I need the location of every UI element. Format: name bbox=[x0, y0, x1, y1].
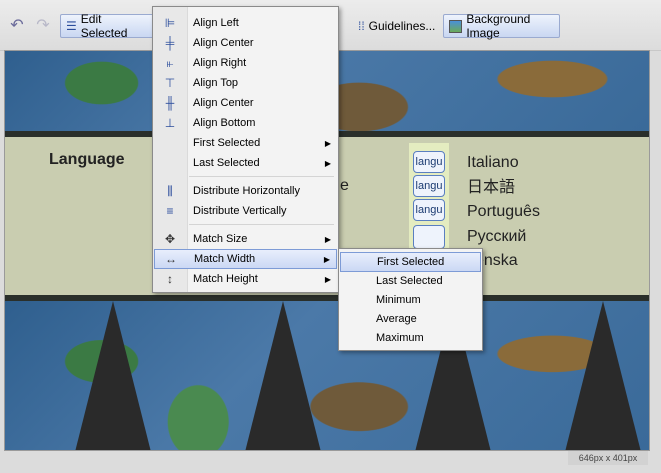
map-gore bbox=[245, 301, 321, 450]
align-top-icon: ⊤ bbox=[164, 76, 176, 90]
menu-item-align-right[interactable]: ⫦ Align Right bbox=[154, 53, 337, 73]
label-fragment: e bbox=[340, 177, 349, 194]
match-size-icon: ✥ bbox=[164, 232, 176, 246]
language-item: Русский bbox=[467, 227, 527, 245]
menu-item-distribute-vertically[interactable]: ≡ Distribute Vertically bbox=[154, 201, 337, 221]
menu-item-label: First Selected bbox=[193, 137, 261, 149]
menu-item-label: Align Left bbox=[193, 17, 239, 29]
menu-item-distribute-horizontally[interactable]: ⫼ Distribute Horizontally bbox=[154, 181, 337, 201]
align-bottom-icon: ⊥ bbox=[164, 116, 176, 130]
menu-separator bbox=[189, 224, 334, 225]
background-image-icon bbox=[449, 19, 463, 33]
menu-item-first-selected[interactable]: First Selected ▶ bbox=[154, 133, 337, 153]
menu-item-label: Average bbox=[376, 313, 417, 325]
menu-item-align-left[interactable]: ⊫ Align Left bbox=[154, 13, 337, 33]
menu-item-label: Match Height bbox=[193, 273, 258, 285]
menu-item-match-height[interactable]: ↕ Match Height ▶ bbox=[154, 269, 337, 289]
map-gore bbox=[75, 301, 151, 450]
align-center-vertical-icon: ╫ bbox=[165, 96, 175, 110]
menu-item-label: Match Size bbox=[193, 233, 248, 245]
canvas-size-readout: 646px x 401px bbox=[568, 451, 648, 465]
guidelines-button[interactable]: ⁞⁞ Guidelines... bbox=[358, 14, 435, 38]
background-image-button[interactable]: Background Image bbox=[443, 12, 560, 40]
menu-item-align-top[interactable]: ⊤ Align Top bbox=[154, 73, 337, 93]
language-item: Português bbox=[467, 203, 540, 220]
menu-separator bbox=[189, 176, 334, 177]
menu-item-label: Minimum bbox=[376, 294, 421, 306]
menu-item-align-center[interactable]: ╪ Align Center bbox=[154, 33, 337, 53]
background-image-label: Background Image bbox=[466, 12, 531, 40]
menu-item-label: Align Center bbox=[193, 97, 254, 109]
submenu-arrow-icon: ▶ bbox=[324, 138, 331, 148]
menu-item-label: Match Width bbox=[194, 253, 256, 265]
submenu-item-average[interactable]: Average bbox=[340, 309, 481, 329]
match-width-icon: ↔ bbox=[165, 252, 177, 266]
menu-item-align-bottom[interactable]: ⊥ Align Bottom bbox=[154, 113, 337, 133]
menu-item-label: Align Bottom bbox=[193, 117, 256, 129]
menu-item-match-size[interactable]: ✥ Match Size ▶ bbox=[154, 229, 337, 249]
submenu-item-minimum[interactable]: Minimum bbox=[340, 290, 481, 310]
menu-item-label: Maximum bbox=[376, 332, 424, 344]
menu-item-label: First Selected bbox=[377, 256, 445, 268]
edit-selected-label: Edit Selected bbox=[80, 12, 128, 40]
menu-item-label: Align Top bbox=[193, 77, 239, 89]
language-item: Italiano bbox=[467, 154, 519, 171]
menu-item-match-width[interactable]: ↔ Match Width ▶ bbox=[154, 249, 337, 269]
menu-item-align-middle[interactable]: ╫ Align Center bbox=[154, 93, 337, 113]
submenu-item-last-selected[interactable]: Last Selected bbox=[340, 271, 481, 291]
map-gore bbox=[565, 301, 641, 450]
distribute-horizontal-icon: ⫼ bbox=[167, 183, 173, 198]
submenu-item-first-selected[interactable]: First Selected bbox=[340, 252, 481, 272]
guidelines-icon: ⁞⁞ bbox=[358, 19, 365, 33]
submenu-arrow-icon: ▶ bbox=[324, 274, 331, 284]
redo-icon[interactable]: ↷ bbox=[32, 14, 54, 36]
menu-item-label: Align Right bbox=[193, 57, 247, 69]
guidelines-label: Guidelines... bbox=[368, 19, 436, 33]
edit-selected-button[interactable]: ☰ Edit Selected bbox=[60, 12, 156, 40]
align-left-icon: ⊫ bbox=[164, 16, 176, 30]
edit-selected-icon: ☰ bbox=[66, 19, 77, 33]
menu-item-label: Distribute Vertically bbox=[193, 205, 287, 217]
align-right-icon: ⫦ bbox=[166, 55, 174, 70]
align-center-horizontal-icon: ╪ bbox=[165, 36, 175, 50]
menu-item-label: Last Selected bbox=[376, 275, 443, 287]
submenu-arrow-icon: ▶ bbox=[324, 234, 331, 244]
language-button[interactable]: langu bbox=[413, 175, 445, 197]
language-item: 日本語 bbox=[467, 178, 516, 196]
distribute-vertical-icon: ≡ bbox=[166, 204, 174, 218]
menu-item-label: Align Center bbox=[193, 37, 254, 49]
match-height-icon: ↕ bbox=[167, 272, 173, 286]
language-button[interactable]: langu bbox=[413, 151, 445, 173]
edit-selected-menu: ⊫ Align Left ╪ Align Center ⫦ Align Righ… bbox=[152, 6, 339, 293]
submenu-arrow-icon: ▶ bbox=[324, 158, 331, 168]
submenu-item-maximum[interactable]: Maximum bbox=[340, 328, 481, 348]
menu-item-label: Distribute Horizontally bbox=[193, 185, 300, 197]
language-button[interactable]: langu bbox=[413, 199, 445, 221]
submenu-arrow-icon: ▶ bbox=[323, 254, 330, 264]
menu-item-last-selected[interactable]: Last Selected ▶ bbox=[154, 153, 337, 173]
undo-icon[interactable]: ↶ bbox=[6, 14, 28, 36]
menu-item-label: Last Selected bbox=[193, 157, 260, 169]
match-width-submenu: First Selected Last Selected Minimum Ave… bbox=[338, 248, 483, 351]
language-heading: Language bbox=[49, 151, 125, 168]
language-button[interactable] bbox=[413, 225, 445, 249]
